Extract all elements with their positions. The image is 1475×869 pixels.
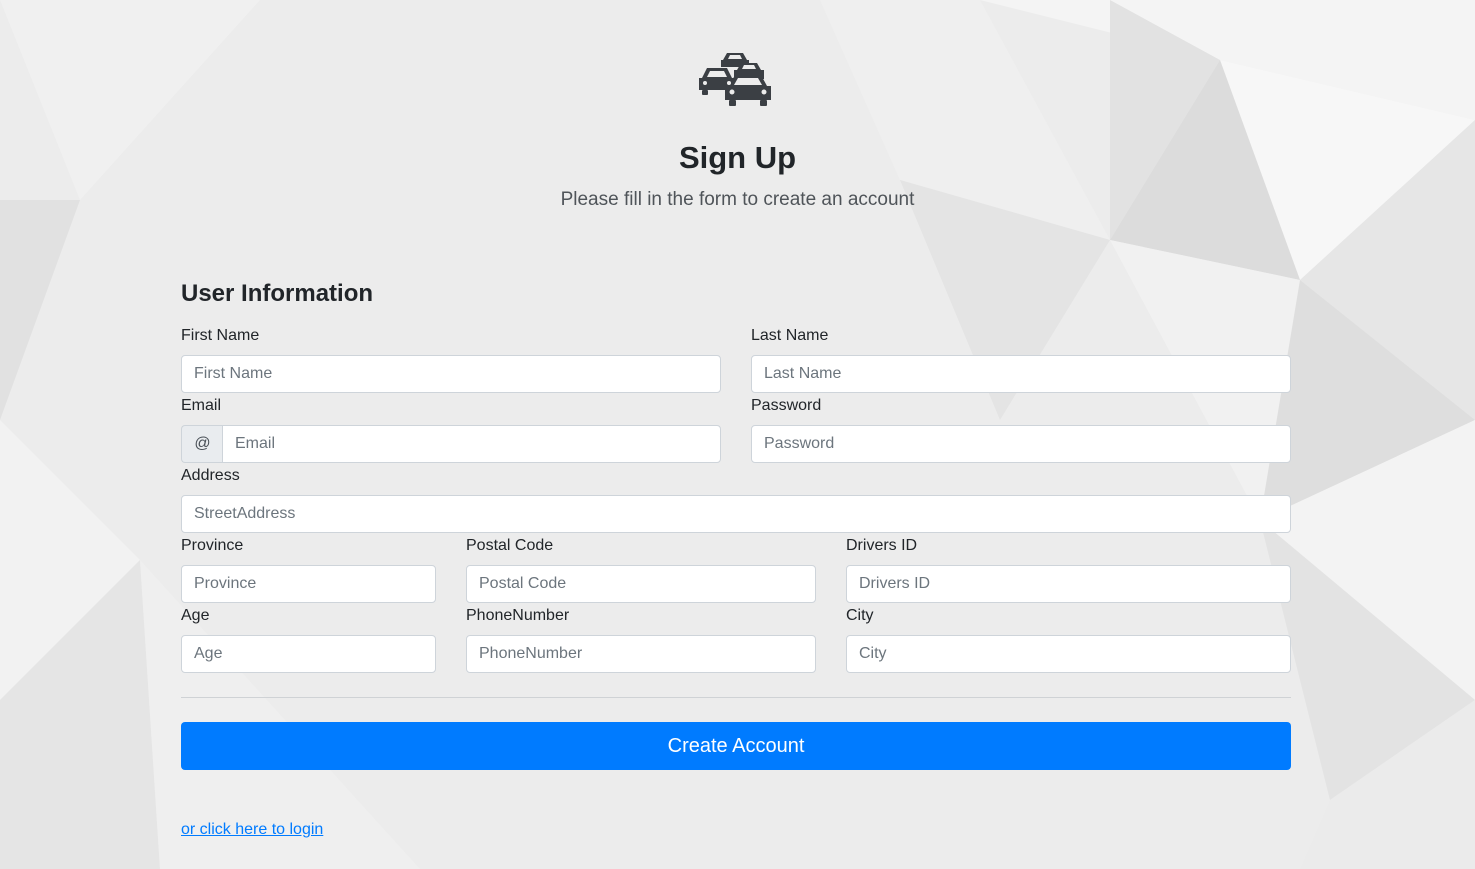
last-name-input[interactable] xyxy=(751,355,1291,393)
first-name-label: First Name xyxy=(181,327,260,344)
signup-page: Sign Up Please fill in the form to creat… xyxy=(0,0,1475,869)
city-label: City xyxy=(846,607,874,624)
login-link[interactable]: or click here to login xyxy=(181,820,323,840)
section-title-user-information: User Information xyxy=(181,280,374,307)
drivers-id-input[interactable] xyxy=(846,565,1291,603)
age-label: Age xyxy=(181,607,210,624)
first-name-input[interactable] xyxy=(181,355,721,393)
cars-traffic-icon xyxy=(699,53,771,106)
phone-number-input[interactable] xyxy=(466,635,816,673)
address-label: Address xyxy=(181,467,240,484)
email-input[interactable] xyxy=(222,425,721,463)
last-name-label: Last Name xyxy=(751,327,829,344)
street-address-input[interactable] xyxy=(181,495,1291,533)
province-input[interactable] xyxy=(181,565,436,603)
page-title: Sign Up xyxy=(678,140,797,175)
page-subtitle: Please fill in the form to create an acc… xyxy=(560,189,915,210)
phone-number-label: PhoneNumber xyxy=(466,607,570,624)
at-sign-addon: @ xyxy=(181,425,223,463)
password-input[interactable] xyxy=(751,425,1291,463)
postal-code-label: Postal Code xyxy=(466,537,554,554)
city-input[interactable] xyxy=(846,635,1291,673)
province-label: Province xyxy=(181,537,244,554)
form-divider xyxy=(181,697,1291,698)
create-account-button[interactable]: Create Account xyxy=(181,722,1291,770)
drivers-id-label: Drivers ID xyxy=(846,537,918,554)
password-label: Password xyxy=(751,397,822,414)
email-label: Email xyxy=(181,397,222,414)
postal-code-input[interactable] xyxy=(466,565,816,603)
age-input[interactable] xyxy=(181,635,436,673)
